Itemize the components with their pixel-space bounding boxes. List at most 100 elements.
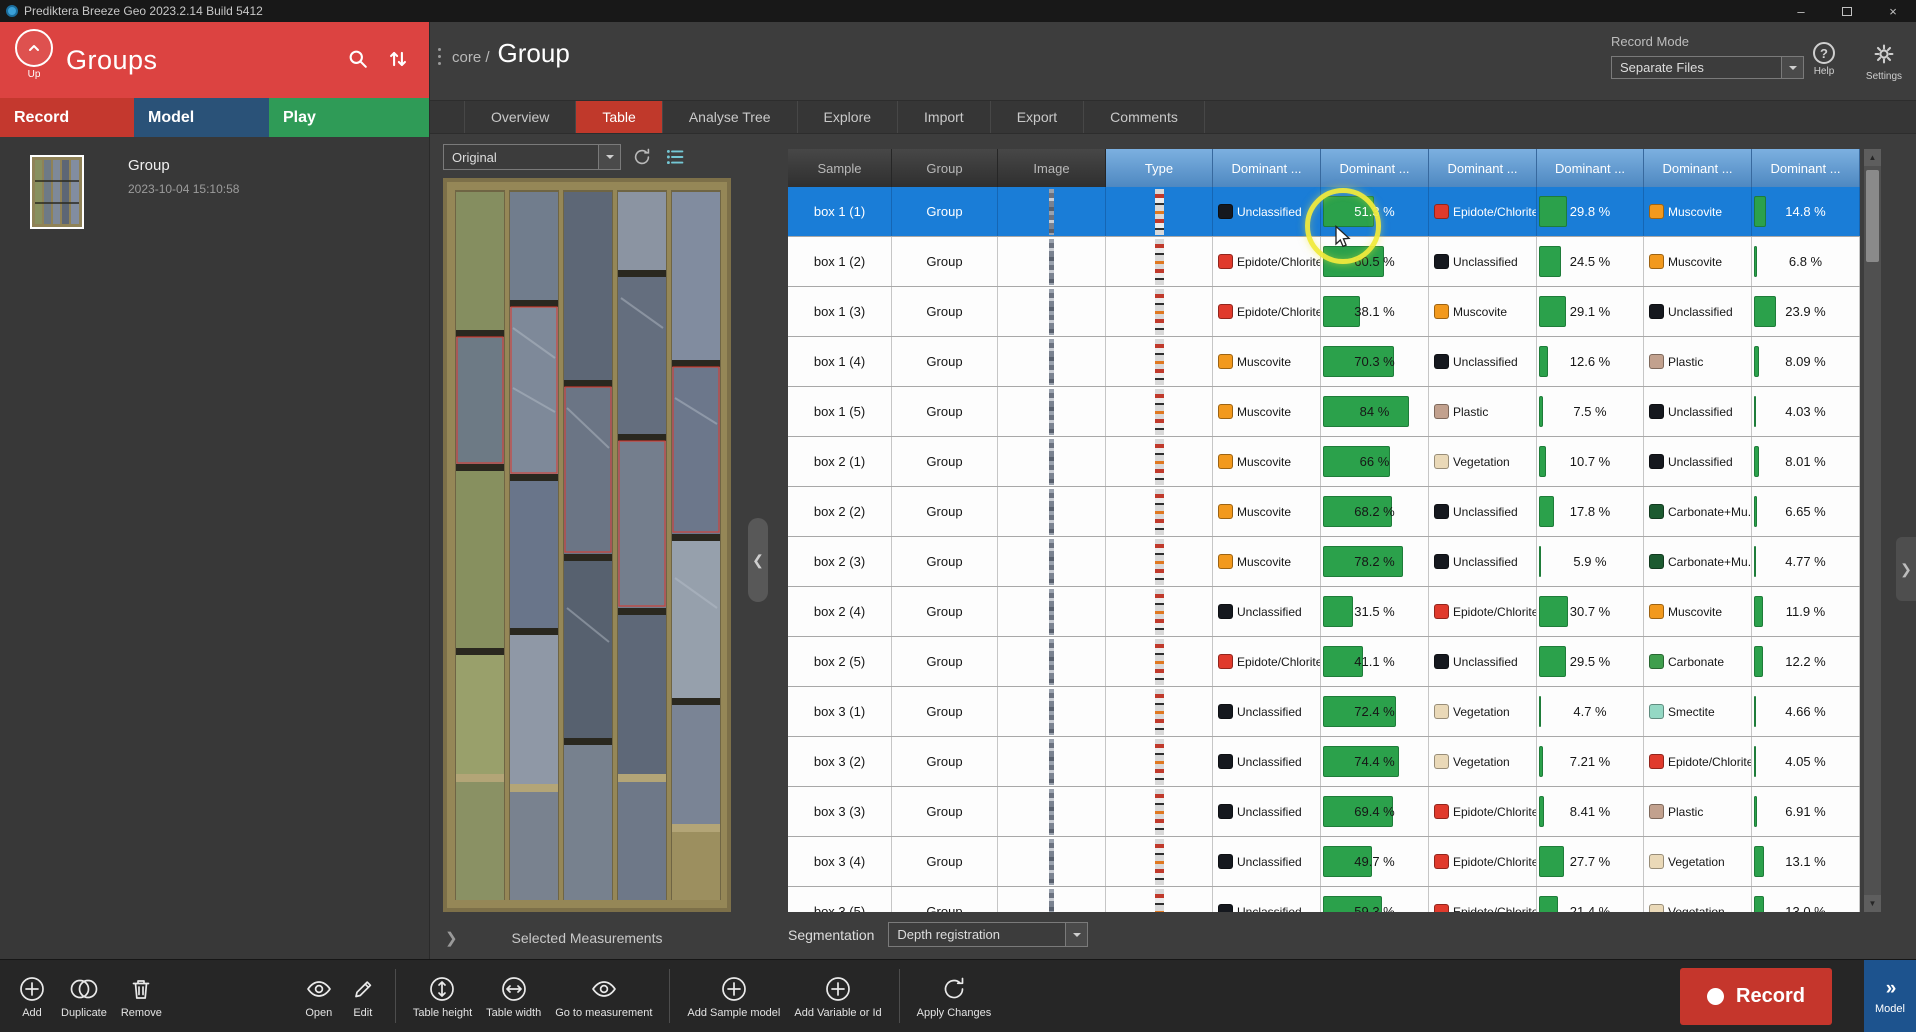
column-header-8[interactable]: Dominant ... [1644, 149, 1752, 187]
dominant-percent-cell: 60.5 % [1321, 237, 1429, 286]
measurement-list-item[interactable]: Group2023-10-04 15:10:58 [0, 137, 429, 229]
app-window: { "window": { "title": "Prediktera Breez… [0, 0, 1916, 1032]
tab-explore[interactable]: Explore [798, 101, 898, 133]
table-row[interactable]: box 1 (3)GroupEpidote/Chlorite38.1 %Musc… [788, 287, 1860, 337]
tab-overview[interactable]: Overview [464, 101, 576, 133]
group-cell: Group [892, 187, 998, 236]
search-icon[interactable] [345, 46, 371, 77]
selected-measurements-bar[interactable]: ❯ Selected Measurements [443, 920, 731, 956]
table-height-button[interactable]: Table height [406, 974, 479, 1019]
breadcrumb-parent[interactable]: core / [452, 49, 490, 66]
open-button[interactable]: Open [297, 974, 341, 1019]
column-header-5[interactable]: Dominant ... [1321, 149, 1429, 187]
help-button[interactable]: ? Help [1802, 42, 1846, 82]
image-strip [1049, 889, 1054, 913]
table-row[interactable]: box 3 (5)GroupUnclassified59.3 %Epidote/… [788, 887, 1860, 912]
table-row[interactable]: box 1 (4)GroupMuscovite70.3 %Unclassifie… [788, 337, 1860, 387]
mineral-name: Unclassified [1453, 555, 1518, 569]
percent-bar [1539, 646, 1566, 677]
maximize-button[interactable] [1824, 0, 1870, 22]
column-header-7[interactable]: Dominant ... [1537, 149, 1644, 187]
tab-analyse-tree[interactable]: Analyse Tree [663, 101, 798, 133]
column-header-4[interactable]: Dominant ... [1213, 149, 1321, 187]
mineral-swatch [1649, 554, 1664, 569]
settings-button[interactable]: Settings [1862, 42, 1906, 82]
table-scrollbar[interactable]: ▲ ▼ [1864, 149, 1881, 912]
segmentation-select[interactable]: Depth registration [888, 922, 1088, 947]
chevron-up-icon [15, 29, 53, 67]
record-mode-select[interactable]: Separate Files [1611, 56, 1804, 79]
sidebar-tab-play[interactable]: Play [269, 98, 429, 137]
dominant-mineral-cell: Smectite [1644, 687, 1752, 736]
go-to-measurement-button[interactable]: Go to measurement [548, 974, 659, 1019]
add-sample-model-button[interactable]: Add Sample model [680, 974, 787, 1019]
image-mode-select[interactable]: Original [443, 144, 621, 170]
tab-import[interactable]: Import [898, 101, 991, 133]
up-button[interactable]: Up [12, 29, 56, 80]
column-header-3[interactable]: Type [1106, 149, 1213, 187]
sample-cell: box 3 (1) [788, 687, 892, 736]
edit-button[interactable]: Edit [341, 974, 385, 1019]
dominant-percent-cell: 21.4 % [1537, 887, 1644, 912]
group-cell: Group [892, 587, 998, 636]
dominant-mineral-cell: Plastic [1644, 337, 1752, 386]
percent-value: 21.4 % [1570, 904, 1610, 912]
chevron-down-icon[interactable] [598, 145, 620, 169]
percent-bar [1539, 546, 1541, 577]
image-strip [1049, 639, 1054, 685]
table-row[interactable]: box 2 (3)GroupMuscovite78.2 %Unclassifie… [788, 537, 1860, 587]
tab-table[interactable]: Table [576, 101, 662, 133]
sample-cell: box 1 (2) [788, 237, 892, 286]
table-row[interactable]: box 2 (4)GroupUnclassified31.5 %Epidote/… [788, 587, 1860, 637]
core-sample-image[interactable] [443, 178, 731, 912]
table-row[interactable]: box 2 (2)GroupMuscovite68.2 %Unclassifie… [788, 487, 1860, 537]
dominant-mineral-cell: Muscovite [1644, 237, 1752, 286]
scroll-down-icon[interactable]: ▼ [1864, 895, 1881, 912]
remove-button[interactable]: Remove [114, 974, 169, 1019]
percent-bar [1539, 496, 1554, 527]
minimize-button[interactable]: – [1778, 0, 1824, 22]
measurement-list-icon[interactable] [663, 144, 689, 170]
column-header-9[interactable]: Dominant ... [1752, 149, 1860, 187]
table-row[interactable]: box 3 (1)GroupUnclassified72.4 %Vegetati… [788, 687, 1860, 737]
sort-icon[interactable] [385, 46, 411, 77]
add-variable-button[interactable]: Add Variable or Id [787, 974, 888, 1019]
sidebar-tab-model[interactable]: Model [134, 98, 269, 137]
scroll-up-icon[interactable]: ▲ [1864, 149, 1881, 166]
column-header-6[interactable]: Dominant ... [1429, 149, 1537, 187]
mineral-name: Epidote/Chlorite [1668, 755, 1752, 769]
table-row[interactable]: box 1 (5)GroupMuscovite84 %Plastic7.5 %U… [788, 387, 1860, 437]
chevron-down-icon[interactable] [1065, 923, 1087, 946]
mineral-swatch [1649, 504, 1664, 519]
tab-comments[interactable]: Comments [1084, 101, 1205, 133]
type-strip [1155, 839, 1164, 885]
close-button[interactable]: × [1870, 0, 1916, 22]
dominant-mineral-cell: Carbonate+Mu... [1644, 487, 1752, 536]
column-header-1[interactable]: Group [892, 149, 998, 187]
column-header-2[interactable]: Image [998, 149, 1106, 187]
column-header-0[interactable]: Sample [788, 149, 892, 187]
table-row[interactable]: box 3 (2)GroupUnclassified74.4 %Vegetati… [788, 737, 1860, 787]
table-row[interactable]: box 1 (1)GroupUnclassified51.3 %Epidote/… [788, 187, 1860, 237]
table-width-button[interactable]: Table width [479, 974, 548, 1019]
type-strip [1155, 289, 1164, 335]
refresh-image-button[interactable] [629, 144, 655, 170]
percent-value: 17.8 % [1570, 504, 1610, 519]
table-row[interactable]: box 1 (2)GroupEpidote/Chlorite60.5 %Uncl… [788, 237, 1860, 287]
table-row[interactable]: box 3 (4)GroupUnclassified49.7 %Epidote/… [788, 837, 1860, 887]
sidebar-tab-record[interactable]: Record [0, 98, 134, 137]
tab-export[interactable]: Export [991, 101, 1084, 133]
viewer-collapse-handle[interactable]: ❮ [748, 518, 768, 602]
right-panel-expander[interactable]: ❯ [1896, 537, 1916, 601]
model-corner-button[interactable]: » Model [1864, 960, 1916, 1032]
add-button[interactable]: Add [10, 974, 54, 1019]
chevron-down-icon[interactable] [1781, 57, 1803, 78]
apply-changes-button[interactable]: Apply Changes [910, 974, 999, 1019]
table-row[interactable]: box 3 (3)GroupUnclassified69.4 %Epidote/… [788, 787, 1860, 837]
panel-splitter-handle[interactable] [432, 48, 446, 65]
table-row[interactable]: box 2 (1)GroupMuscovite66 %Vegetation10.… [788, 437, 1860, 487]
record-button[interactable]: Record [1680, 968, 1832, 1025]
duplicate-button[interactable]: Duplicate [54, 974, 114, 1019]
scrollbar-thumb[interactable] [1866, 170, 1879, 262]
table-row[interactable]: box 2 (5)GroupEpidote/Chlorite41.1 %Uncl… [788, 637, 1860, 687]
